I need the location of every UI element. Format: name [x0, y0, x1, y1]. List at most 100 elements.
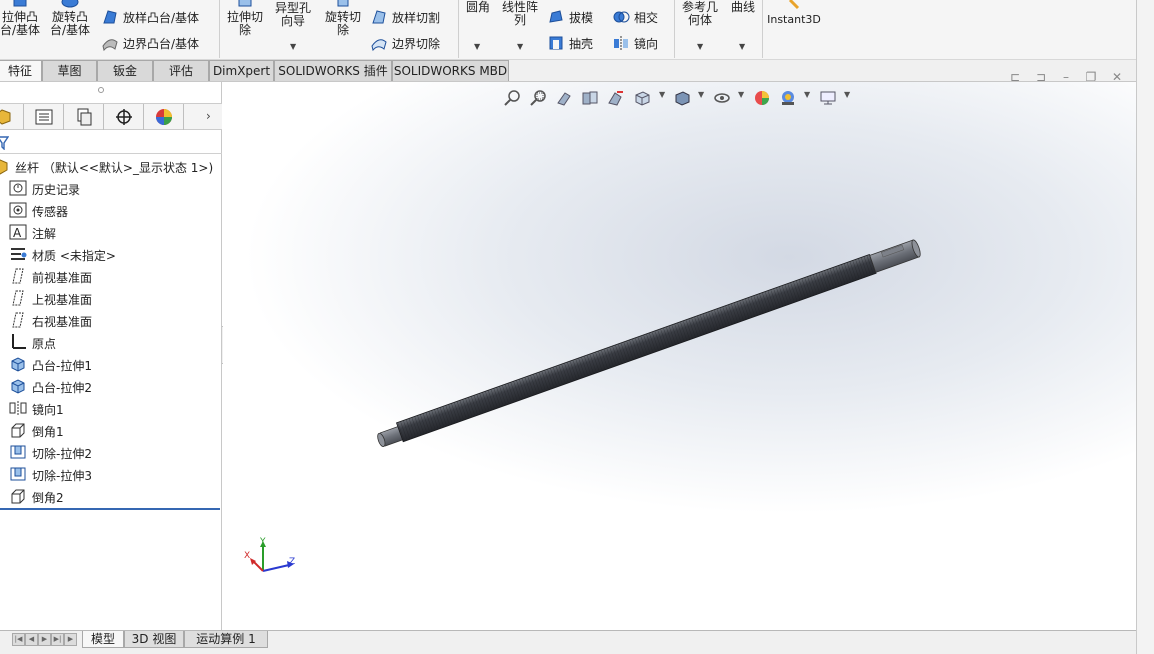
tree-item[interactable]: 切除-拉伸2 [9, 442, 92, 464]
tree-item[interactable]: 镜向1 [9, 398, 64, 420]
bottom-tab-motion-study[interactable]: 运动算例 1 [184, 631, 268, 648]
tree-item[interactable]: 上视基准面 [9, 288, 92, 310]
triad-y-label: Y [259, 537, 266, 547]
boundary-boss-label: 边界凸台/基体 [123, 36, 200, 51]
chamfer-icon [9, 487, 27, 508]
bottom-tabs-bar: |◀ ◀ ▶ ▶| ▶ 模型 3D 视图 运动算例 1 [0, 630, 1136, 648]
prev-tab-arrow-icon[interactable]: ◀ [25, 633, 38, 646]
tree-item[interactable]: 传感器 [9, 200, 68, 222]
tree-filter-row[interactable] [0, 132, 222, 154]
tab-features[interactable]: 特征 [0, 60, 42, 81]
fillet-button[interactable]: 圆角 [462, 1, 494, 14]
tree-item[interactable]: 历史记录 [9, 178, 80, 200]
origin-icon [9, 333, 27, 354]
panel-splitter-handle[interactable] [98, 87, 104, 93]
extrude-cut-icon [238, 0, 252, 7]
ref-geometry-button[interactable]: 参考几 何体 [678, 1, 722, 27]
tab-display-manager[interactable] [144, 104, 184, 130]
linear-pattern-button[interactable]: 线性阵 列 [498, 1, 542, 27]
boundary-cut-label: 边界切除 [392, 36, 441, 51]
tab-sketch[interactable]: 草图 [42, 60, 97, 81]
last-tab-arrow-icon[interactable]: ▶| [51, 633, 64, 646]
configuration-manager-icon [77, 108, 91, 126]
loft-cut-button[interactable]: 放样切割 [370, 8, 440, 26]
mirror-button[interactable]: 镜向 [612, 34, 658, 52]
status-bar [0, 648, 1136, 654]
ref-geometry-dropdown[interactable]: ▼ [697, 42, 703, 51]
draft-icon [549, 10, 563, 23]
instant3d-icon [788, 0, 800, 10]
linear-pattern-dropdown[interactable]: ▼ [517, 42, 523, 51]
tab-sheet-metal[interactable]: 钣金 [97, 60, 153, 81]
tree-item[interactable]: 右视基准面 [9, 310, 92, 332]
tree-item[interactable]: 凸台-拉伸2 [9, 376, 92, 398]
plane-icon [9, 311, 27, 332]
loft-boss-button[interactable]: 放样凸台/基体 [101, 8, 199, 26]
extrude-cut-button[interactable]: 拉伸切 除 [222, 0, 268, 37]
tab-evaluate[interactable]: 评估 [153, 60, 209, 81]
lead-screw-model[interactable] [223, 82, 1136, 630]
chamfer-icon [9, 421, 27, 442]
extrude-icon [9, 355, 27, 376]
extrude-cut-label: 拉伸切 除 [226, 10, 263, 37]
tab-solidworks-mbd[interactable]: SOLIDWORKS MBD [392, 60, 509, 81]
hole-wizard-button[interactable]: 异型孔 向导 [271, 0, 315, 28]
boundary-cut-icon [371, 39, 387, 52]
feature-manager-panel: › 丝杆 （默认<<默认>_显示状态 1>) 历史记录 传感器 A 注解 材质 <未指定… [0, 82, 222, 630]
boundary-boss-button[interactable]: 边界凸台/基体 [101, 34, 199, 52]
first-tab-arrow-icon[interactable]: |◀ [12, 633, 25, 646]
tree-item[interactable]: 倒角2 [9, 486, 64, 508]
curves-label: 曲线 [730, 0, 755, 14]
linear-pattern-label: 线性阵 列 [501, 0, 538, 27]
draft-button[interactable]: 拔模 [547, 8, 593, 26]
tab-property-manager[interactable] [24, 104, 64, 130]
tree-item[interactable]: A 注解 [9, 222, 56, 244]
tree-item[interactable]: 凸台-拉伸1 [9, 354, 92, 376]
extrude-boss-button[interactable]: 拉伸凸 台/基体 [0, 0, 40, 37]
tab-solidworks-addins[interactable]: SOLIDWORKS 插件 [274, 60, 392, 81]
curves-button[interactable]: 曲线 [726, 1, 760, 14]
shell-icon [549, 36, 563, 50]
bottom-tab-3d-view[interactable]: 3D 视图 [124, 631, 184, 648]
boundary-cut-button[interactable]: 边界切除 [370, 34, 440, 52]
shell-label: 抽壳 [569, 36, 594, 51]
next-tab-arrow-icon[interactable]: ▶ [38, 633, 51, 646]
tree-rollback-bar[interactable] [0, 508, 220, 510]
tree-item[interactable]: 倒角1 [9, 420, 64, 442]
extrude-boss-icon [13, 0, 27, 7]
plane-icon [9, 289, 27, 310]
ref-geometry-label: 参考几 何体 [681, 0, 718, 27]
ribbon-separator [219, 0, 220, 58]
ribbon-separator [762, 0, 763, 58]
graphics-viewport[interactable]: ▼ ▼ ▼ ▼ ▼ ⊏ ⊐ – ❐ ✕ Y X Z [223, 70, 1136, 630]
tree-item[interactable]: 材质 <未指定> [9, 244, 116, 266]
revolve-boss-button[interactable]: 旋转凸 台/基体 [46, 0, 94, 37]
tab-configuration-manager[interactable] [64, 104, 104, 130]
tab-feature-manager[interactable] [0, 104, 24, 130]
tree-root-label: 丝杆 （默认<<默认>_显示状态 1>) [15, 160, 214, 175]
intersect-label: 相交 [634, 10, 659, 25]
curves-dropdown[interactable]: ▼ [739, 42, 745, 51]
hole-wizard-dropdown[interactable]: ▼ [290, 42, 296, 51]
tree-root-part[interactable]: 丝杆 （默认<<默认>_显示状态 1>) [0, 156, 213, 178]
loft-cut-label: 放样切割 [392, 10, 441, 25]
revolve-cut-label: 旋转切 除 [324, 10, 361, 37]
bottom-tab-model[interactable]: 模型 [82, 631, 124, 648]
fillet-dropdown[interactable]: ▼ [474, 42, 480, 51]
tab-dimxpert[interactable]: DimXpert [209, 60, 274, 81]
revolve-boss-label: 旋转凸 台/基体 [49, 10, 91, 37]
tree-item[interactable]: 前视基准面 [9, 266, 92, 288]
tree-item-label: 切除-拉伸2 [32, 446, 92, 461]
revolve-cut-button[interactable]: 旋转切 除 [320, 0, 366, 37]
chevron-right-icon[interactable]: › [206, 109, 211, 123]
intersect-button[interactable]: 相交 [612, 8, 658, 26]
tree-item-label: 切除-拉伸3 [32, 468, 92, 483]
tree-item[interactable]: 原点 [9, 332, 56, 354]
boundary-boss-icon [102, 39, 118, 52]
scroll-tab-arrow-icon[interactable]: ▶ [64, 633, 77, 646]
tree-item[interactable]: 切除-拉伸3 [9, 464, 92, 486]
shell-button[interactable]: 抽壳 [547, 34, 593, 52]
tree-item-label: 注解 [32, 226, 57, 241]
instant3d-button[interactable]: Instant3D [765, 0, 823, 26]
tab-dimxpert-manager[interactable] [104, 104, 144, 130]
